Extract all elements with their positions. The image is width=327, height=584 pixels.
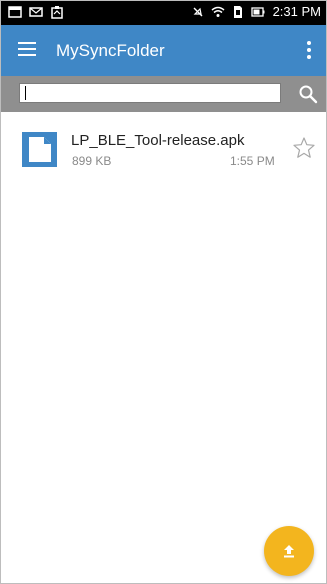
app-title: MySyncFolder <box>56 41 165 60</box>
app-bar: MySyncFolder <box>1 25 326 76</box>
overflow-menu-button[interactable] <box>306 41 312 59</box>
status-bar: 2:31 PM <box>1 1 326 25</box>
search-bar <box>1 76 326 112</box>
star-icon <box>293 137 315 158</box>
file-icon <box>22 132 57 167</box>
wifi-icon <box>211 5 225 19</box>
phone-screen: 2:31 PM MySyncFolder LP_BLE_Tool-release… <box>0 0 327 584</box>
text-cursor <box>25 86 26 100</box>
notification-icon <box>8 5 22 19</box>
search-icon <box>299 85 318 104</box>
file-time: 1:55 PM <box>230 154 275 168</box>
upload-button[interactable] <box>264 526 314 576</box>
upload-icon <box>284 545 294 558</box>
menu-button[interactable] <box>18 42 36 56</box>
battery-icon <box>250 5 265 19</box>
file-row[interactable]: LP_BLE_Tool-release.apk 899 KB 1:55 PM <box>1 128 326 180</box>
status-right-icons: 2:31 PM <box>191 4 321 19</box>
file-size: 899 KB <box>72 154 112 168</box>
status-left-icons <box>8 5 64 19</box>
file-name: LP_BLE_Tool-release.apk <box>71 132 245 149</box>
mute-icon <box>191 5 205 19</box>
mail-icon <box>29 5 43 19</box>
status-time: 2:31 PM <box>272 4 321 19</box>
clipboard-icon <box>50 5 64 19</box>
sd-card-icon <box>231 5 245 19</box>
file-list: LP_BLE_Tool-release.apk 899 KB 1:55 PM <box>1 112 326 562</box>
favorite-button[interactable] <box>292 136 316 160</box>
search-button[interactable] <box>296 84 320 104</box>
search-input[interactable] <box>19 83 281 103</box>
